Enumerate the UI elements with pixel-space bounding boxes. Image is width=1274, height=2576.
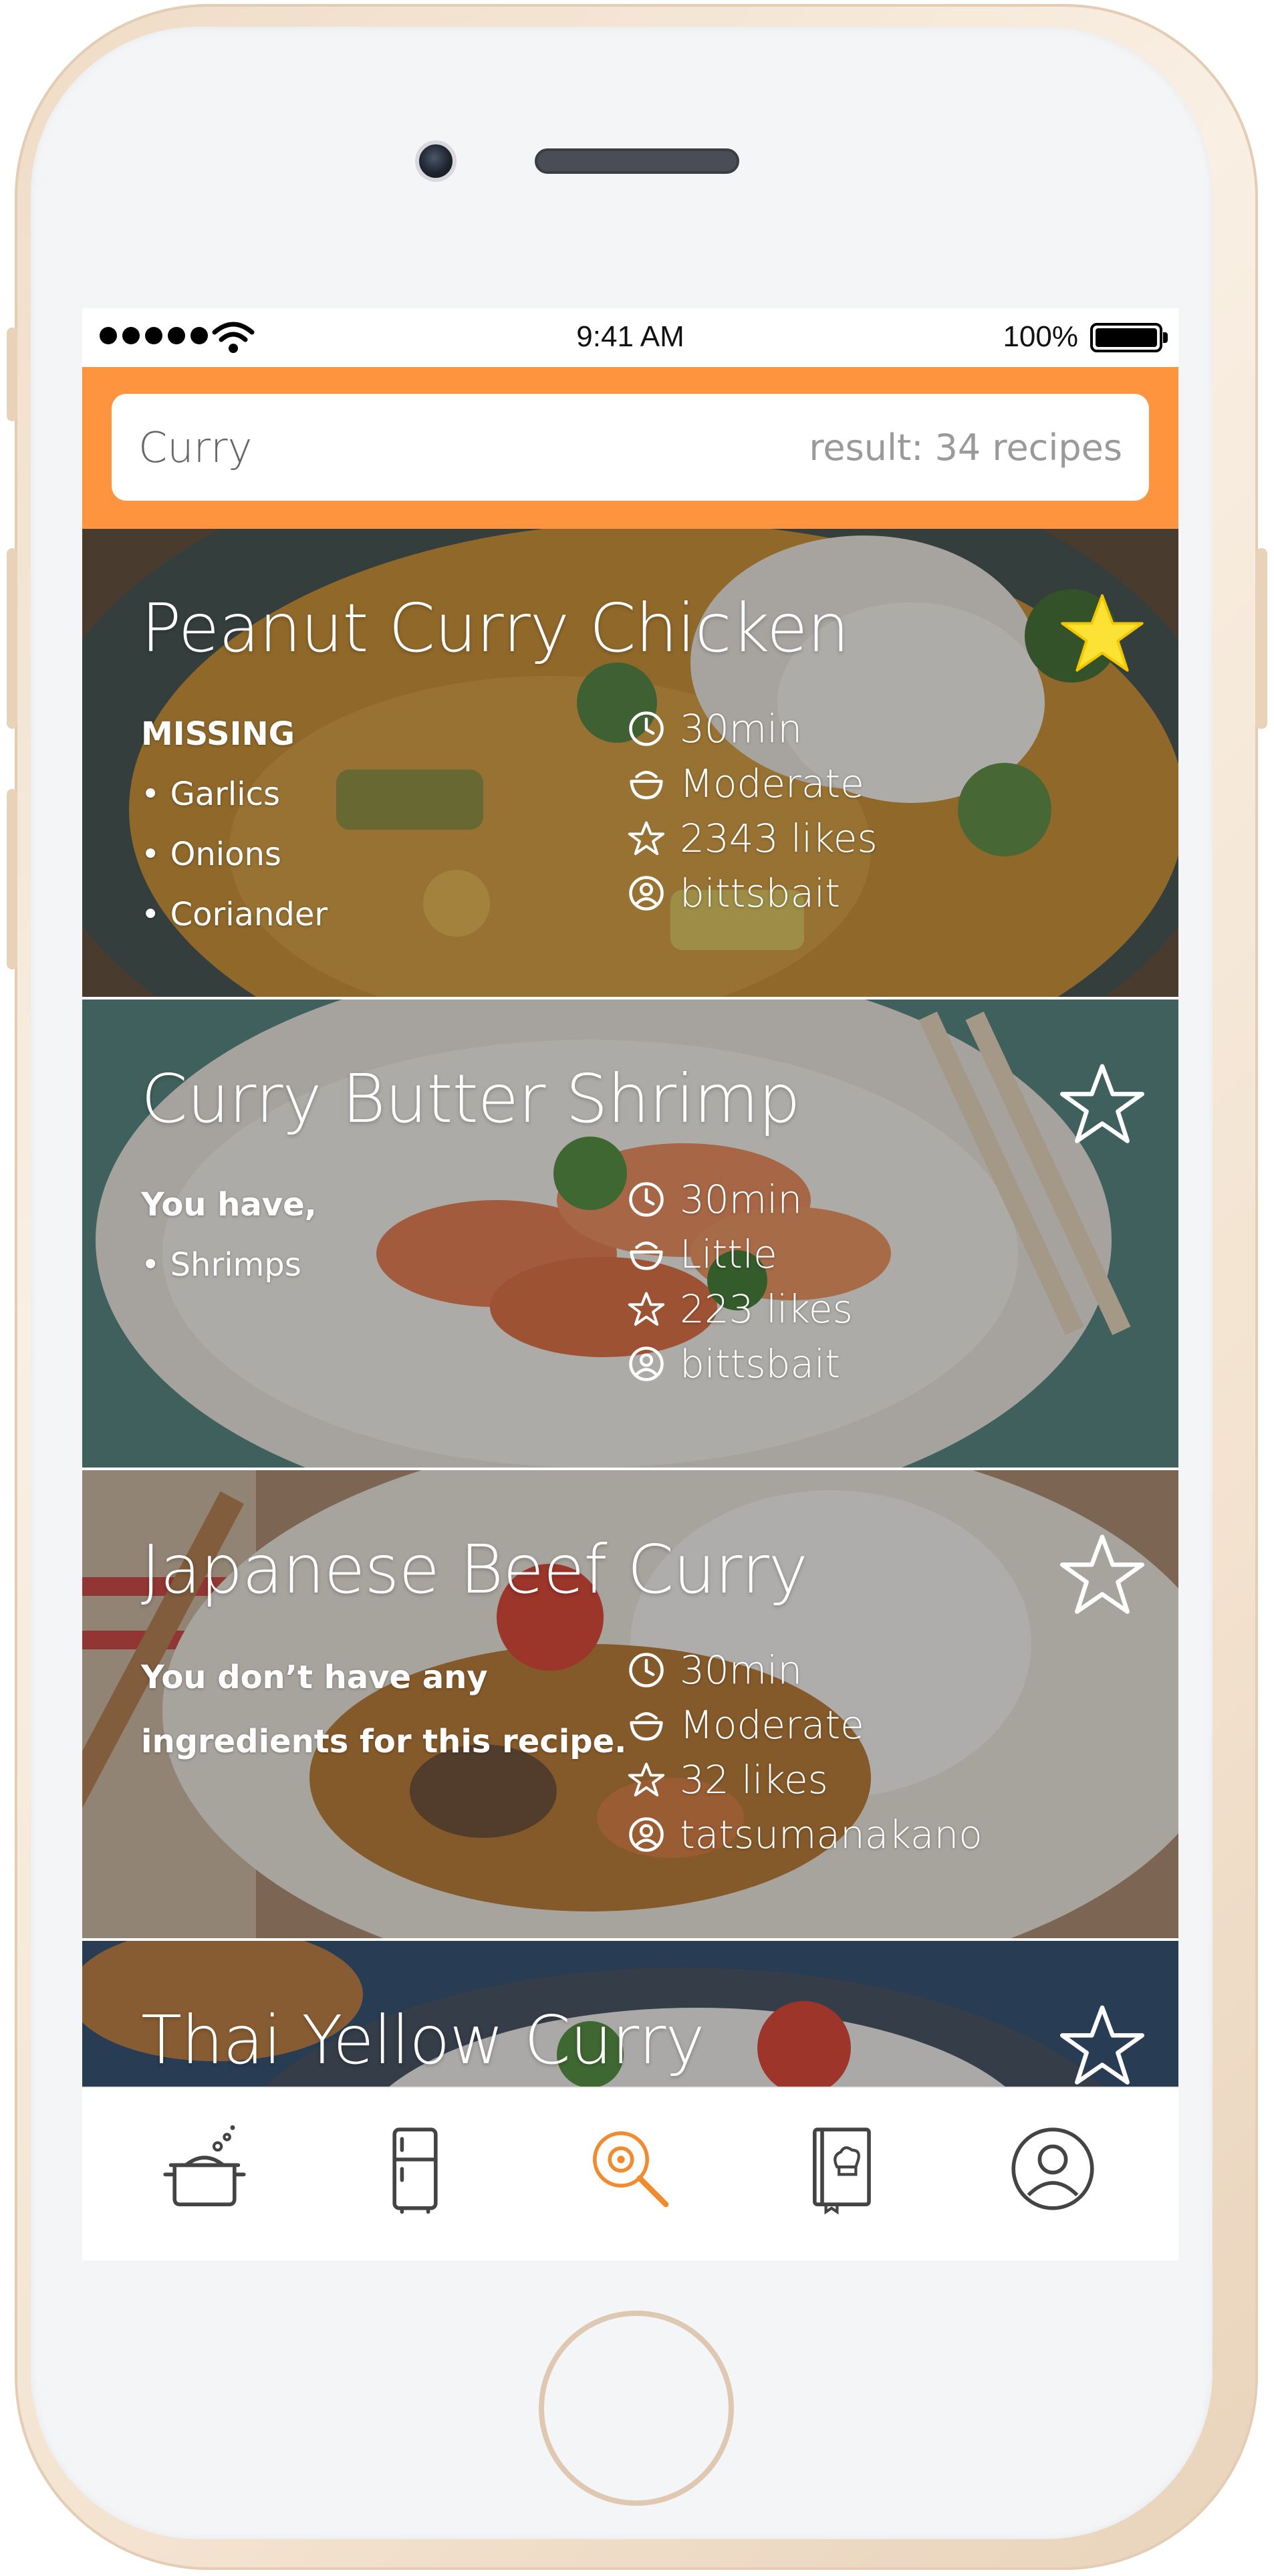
ingredient-status-heading: You don’t have any — [141, 1659, 488, 1696]
recipe-stats: 30min Little 223 likes bittsbait — [628, 1172, 853, 1391]
recipe-title: Peanut Curry Chicken — [141, 589, 850, 667]
recipe-author[interactable]: bittsbait — [680, 870, 840, 916]
battery-icon — [1090, 323, 1168, 352]
tab-fridge[interactable] — [365, 2119, 465, 2219]
recipe-book-icon — [813, 2127, 871, 2215]
tab-recipe-book[interactable] — [791, 2119, 891, 2219]
user-icon — [629, 1346, 664, 1381]
clock-icon — [629, 711, 664, 746]
missing-ingredient: • Coriander — [141, 896, 328, 933]
user-icon — [629, 876, 664, 911]
home-button[interactable] — [539, 2311, 734, 2506]
favorite-star-icon[interactable] — [1059, 590, 1146, 677]
search-query[interactable]: Curry — [138, 423, 252, 472]
search-result-count: result: 34 recipes — [809, 426, 1122, 469]
tab-profile[interactable] — [1003, 2119, 1103, 2219]
clock-icon — [629, 1182, 664, 1217]
difficulty-bowl-icon — [630, 1712, 663, 1741]
volume-up-button — [7, 548, 17, 729]
difficulty: Moderate — [680, 1702, 864, 1748]
search-header: Curry result: 34 recipes — [82, 367, 1178, 529]
cook-time: 30min — [680, 706, 803, 751]
ingredient-status-heading: You have, — [141, 1186, 317, 1223]
difficulty: Little — [680, 1232, 777, 1277]
ingredient-status: You don’t have any ingredients for this … — [141, 1645, 626, 1774]
user-icon — [629, 1817, 664, 1852]
mute-switch — [7, 328, 17, 421]
tab-cook[interactable] — [154, 2119, 255, 2219]
search-recipe-icon — [593, 2131, 669, 2208]
recipe-card[interactable]: Curry Butter Shrimp You have, • Shrimps … — [82, 1000, 1178, 1468]
battery-percentage: 100% — [1003, 320, 1078, 353]
bottom-tab-bar — [82, 2087, 1178, 2260]
earpiece-speaker — [535, 148, 739, 174]
difficulty: Moderate — [680, 761, 864, 806]
recipe-author[interactable]: bittsbait — [680, 1341, 840, 1387]
owned-ingredient: • Shrimps — [141, 1246, 301, 1284]
search-input[interactable]: Curry result: 34 recipes — [112, 394, 1149, 501]
recipe-title: Japanese Beef Curry — [141, 1530, 808, 1609]
ingredient-status: You have, • Shrimps — [141, 1175, 317, 1295]
ingredient-status-heading: MISSING — [141, 715, 295, 753]
status-bar: 9:41 AM 100% — [82, 308, 1178, 367]
likes-count: 2343 likes — [680, 816, 878, 861]
ingredient-status-heading-line2: ingredients for this recipe. — [141, 1723, 627, 1760]
cook-time: 30min — [680, 1647, 803, 1693]
tab-search[interactable] — [580, 2119, 680, 2219]
likes-count: 32 likes — [680, 1757, 828, 1802]
likes-count: 223 likes — [680, 1286, 853, 1332]
ingredient-status: MISSING • Garlics • Onions • Coriander — [141, 704, 328, 945]
favorite-star-icon[interactable] — [1059, 2002, 1146, 2089]
power-button — [1255, 548, 1267, 729]
favorite-star-icon[interactable] — [1059, 1532, 1146, 1619]
favorite-star-icon[interactable] — [1059, 1061, 1146, 1148]
recipe-stats: 30min Moderate 32 likes tatsumanakano — [628, 1643, 983, 1862]
front-camera — [415, 140, 457, 182]
recipe-title: Curry Butter Shrimp — [141, 1060, 801, 1138]
difficulty-bowl-icon — [630, 1241, 663, 1270]
star-icon — [628, 821, 665, 855]
recipe-card[interactable]: Japanese Beef Curry You don’t have any i… — [82, 1470, 1178, 1938]
star-icon — [628, 1292, 665, 1326]
profile-icon — [1011, 2127, 1094, 2210]
recipe-title: Thai Yellow Curry — [141, 2001, 705, 2079]
cooking-pot-icon — [163, 2125, 246, 2206]
missing-ingredient: • Garlics — [141, 776, 280, 813]
difficulty-bowl-icon — [630, 770, 663, 800]
recipe-stats: 30min Moderate 2343 likes bittsbait — [628, 701, 878, 921]
fridge-icon — [392, 2127, 438, 2214]
volume-down-button — [7, 789, 17, 969]
missing-ingredient: • Onions — [141, 836, 281, 873]
clock-icon — [629, 1653, 664, 1687]
app-screen: 9:41 AM 100% Curry result: 34 recipes Pe… — [82, 308, 1178, 2260]
recipe-card[interactable]: Peanut Curry Chicken MISSING • Garlics •… — [82, 529, 1178, 997]
cook-time: 30min — [680, 1177, 803, 1222]
recipe-author[interactable]: tatsumanakano — [680, 1812, 983, 1857]
star-icon — [628, 1762, 665, 1796]
